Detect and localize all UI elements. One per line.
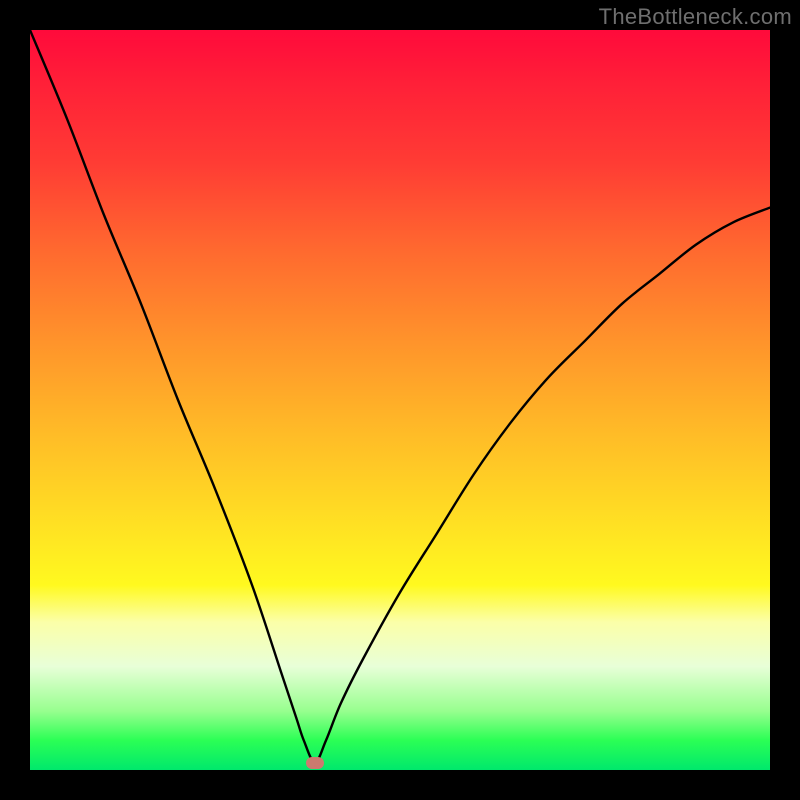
plot-area [30, 30, 770, 770]
minimum-marker [306, 757, 324, 769]
curve-svg [30, 30, 770, 770]
chart-frame: TheBottleneck.com [0, 0, 800, 800]
bottleneck-curve-path [30, 30, 770, 763]
watermark-text: TheBottleneck.com [599, 4, 792, 30]
